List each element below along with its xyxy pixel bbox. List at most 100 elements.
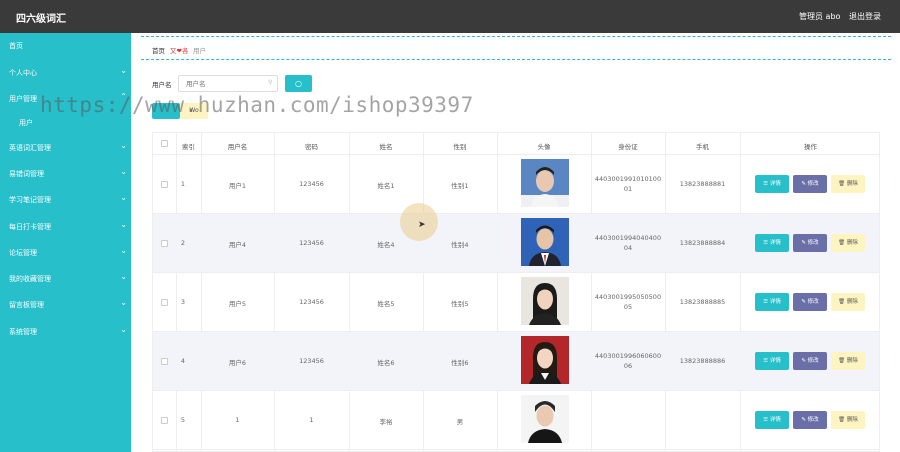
cell-id-card: 4403001991010100 01 (594, 175, 662, 193)
breadcrumb-current: 用户 (193, 47, 206, 55)
cell-phone: 13823888886 (679, 357, 726, 365)
cell-id-card: 4403001995050500 05 (594, 293, 662, 311)
top-bar: 四六级词汇 管理员 abo 退出登录 (0, 0, 900, 33)
table-row: 3 用户5 123456 姓名5 性别5 4403001995050500 05 … (153, 273, 879, 332)
cell-id-card: 4403001996060600 06 (594, 352, 662, 370)
chevron-down-icon: ⌄ (120, 298, 127, 307)
cell-username: 用户5 (228, 300, 247, 308)
cell-username: 用户6 (228, 359, 247, 367)
header-avatar: 头像 (537, 143, 551, 151)
cell-id-card (591, 410, 665, 420)
row-checkbox[interactable] (161, 417, 168, 424)
avatar (521, 336, 569, 384)
edit-button[interactable]: ✎ 修改 (793, 293, 827, 311)
search-button[interactable]: ○ (285, 75, 312, 92)
breadcrumb-separator: 又❤各 (170, 47, 189, 55)
cell-phone: 13823888885 (679, 298, 726, 306)
table-header: 索引 用户名 密码 姓名 性别 头像 身份证 手机 操作 (153, 133, 879, 155)
cell-username: 1 (235, 416, 240, 424)
sidebar-item-notes[interactable]: 学习笔记管理 ⌄ (0, 193, 131, 207)
cell-index: 2 (180, 239, 186, 247)
cell-password: 1 (309, 416, 314, 424)
cell-name: 姓名6 (377, 359, 395, 367)
header-gender: 性别 (453, 143, 467, 151)
breadcrumb: 首页 又❤各 用户 (141, 36, 891, 60)
cell-password: 123456 (299, 180, 324, 188)
cell-username: 用户1 (228, 182, 247, 190)
edit-button[interactable]: ✎ 修改 (793, 234, 827, 252)
chevron-down-icon: ⌄ (120, 325, 127, 334)
row-checkbox[interactable] (161, 358, 168, 365)
avatar (521, 277, 569, 325)
delete-button[interactable]: 🗑 删除 (831, 352, 865, 370)
cell-password: 123456 (299, 357, 324, 365)
cell-gender: 性别5 (451, 300, 469, 308)
cell-name: 姓名1 (377, 182, 395, 190)
cell-password: 123456 (299, 239, 324, 247)
cell-index: 1 (180, 180, 186, 188)
header-username: 用户名 (227, 143, 248, 151)
detail-button[interactable]: ☰ 详情 (755, 234, 789, 252)
search-input[interactable] (178, 75, 278, 92)
cell-gender: 性别6 (451, 359, 469, 367)
chevron-down-icon: ⌄ (120, 193, 127, 202)
edit-button[interactable]: ✎ 修改 (793, 175, 827, 193)
cell-index: 5 (180, 416, 186, 424)
sidebar-item-system[interactable]: 系统管理 ⌄ (0, 325, 131, 339)
avatar (521, 395, 569, 443)
row-checkbox[interactable] (161, 181, 168, 188)
sidebar-item-error-words[interactable]: 易错词管理 ⌄ (0, 167, 131, 181)
cell-name: 李裕 (379, 418, 393, 426)
header-password: 密码 (305, 143, 318, 151)
cell-gender: 性别1 (451, 182, 469, 190)
sidebar-item-profile[interactable]: 个人中心 ⌄ (0, 66, 131, 80)
chevron-down-icon: ⌄ (120, 246, 127, 255)
edit-button[interactable]: ✎ 修改 (793, 352, 827, 370)
row-checkbox[interactable] (161, 299, 168, 306)
header-phone: 手机 (696, 143, 709, 151)
cell-name: 姓名5 (377, 300, 395, 308)
cell-username: 用户4 (228, 241, 247, 249)
header-index: 索引 (182, 143, 195, 151)
edit-button[interactable]: ✎ 修改 (793, 411, 827, 429)
table-row: 4 用户6 123456 姓名6 性别6 4403001996060600 06 … (153, 332, 879, 391)
chevron-down-icon: ⌄ (120, 167, 127, 176)
header-id-card: 身份证 (618, 143, 638, 151)
chevron-down-icon: ⌄ (120, 141, 127, 150)
sidebar-item-favorites[interactable]: 我的收藏管理 ⌄ (0, 272, 131, 286)
sidebar-item-forum[interactable]: 论坛管理 ⌄ (0, 246, 131, 260)
cell-password: 123456 (299, 298, 324, 306)
detail-button[interactable]: ☰ 详情 (755, 175, 789, 193)
search-icon: ⚲ (268, 79, 273, 86)
delete-button[interactable]: 🗑 删除 (831, 175, 865, 193)
row-checkbox[interactable] (161, 240, 168, 247)
sidebar-item-vocabulary[interactable]: 英语词汇管理 ⌄ (0, 141, 131, 155)
select-all-checkbox[interactable] (161, 140, 168, 147)
search-label: 用户名 (152, 81, 172, 89)
delete-button[interactable]: 🗑 删除 (831, 411, 865, 429)
watermark: https://www.huzhan.com/ishop39397 (40, 93, 474, 117)
delete-button[interactable]: 🗑 删除 (831, 293, 865, 311)
cell-name: 姓名4 (377, 241, 395, 249)
detail-button[interactable]: ☰ 详情 (755, 293, 789, 311)
detail-button[interactable]: ☰ 详情 (755, 411, 789, 429)
admin-label: 管理员 abo (799, 12, 841, 21)
breadcrumb-home[interactable]: 首页 (152, 45, 165, 55)
header-name: 姓名 (379, 143, 393, 151)
sidebar-item-checkin[interactable]: 每日打卡管理 ⌄ (0, 220, 131, 234)
table-row: 5 1 1 李裕 男 ☰ 详情 ✎ 修改 🗑 删除 (153, 391, 879, 450)
avatar (521, 159, 569, 207)
delete-button[interactable]: 🗑 删除 (831, 234, 865, 252)
app-title: 四六级词汇 (16, 14, 66, 25)
detail-button[interactable]: ☰ 详情 (755, 352, 789, 370)
sidebar-item-users[interactable]: 用户 (0, 116, 131, 130)
cell-index: 4 (180, 357, 186, 365)
sidebar-item-home[interactable]: 首页 (0, 39, 131, 53)
sidebar-item-messages[interactable]: 留言板管理 ⌄ (0, 298, 131, 312)
avatar (521, 218, 569, 266)
chevron-down-icon: ⌄ (120, 220, 127, 229)
user-table: 索引 用户名 密码 姓名 性别 头像 身份证 手机 操作 1 用户1 12345… (152, 132, 880, 452)
cell-gender: 性别4 (451, 241, 469, 249)
logout-link[interactable]: 退出登录 (849, 11, 881, 22)
chevron-down-icon: ⌄ (120, 272, 127, 281)
